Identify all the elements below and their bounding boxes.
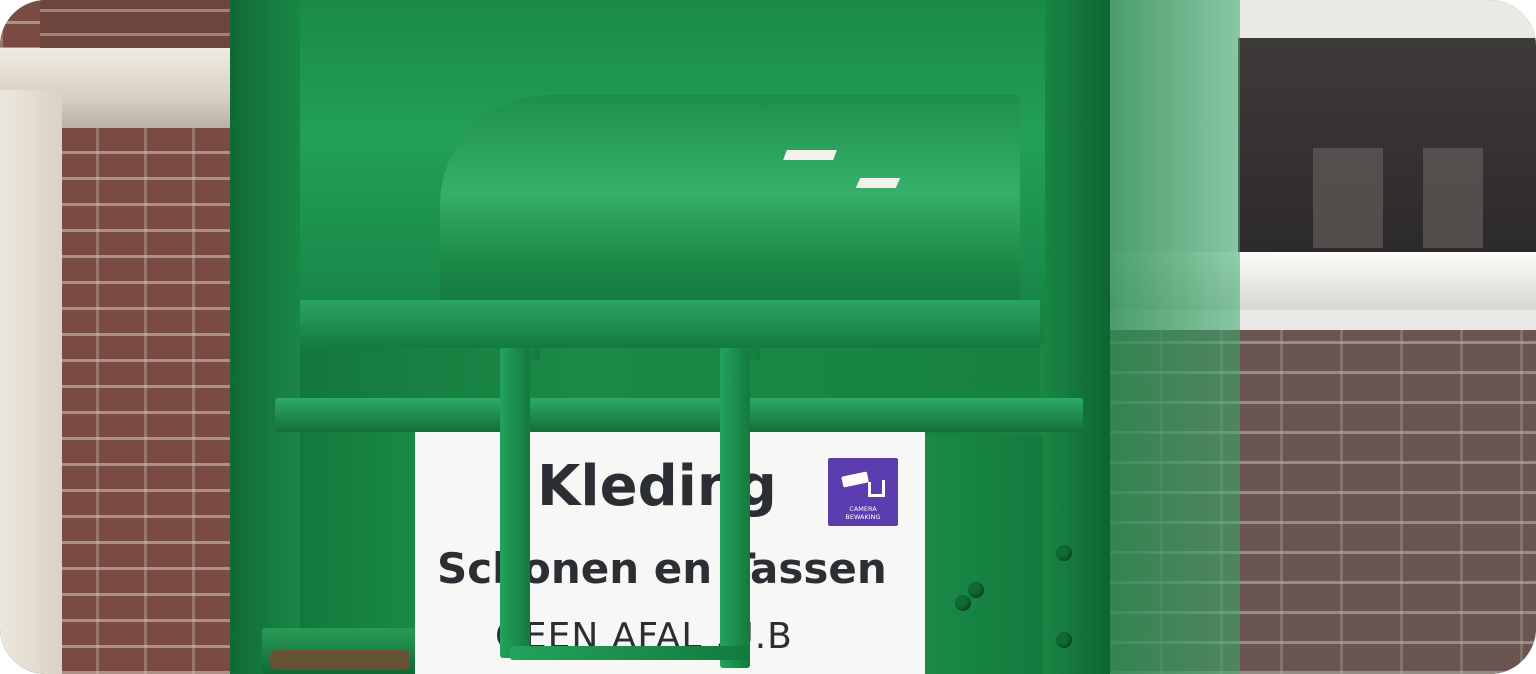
rivet: [1056, 545, 1072, 561]
rusty-plate: [262, 628, 420, 674]
badge-line-2: BEWAKING: [845, 513, 881, 521]
badge-line-1: CAMERA: [849, 505, 877, 513]
handle-left-vertical[interactable]: [500, 348, 530, 658]
stone-column: [0, 90, 62, 674]
camera-surveillance-badge: CAMERA BEWAKING: [828, 458, 898, 526]
window-glass: [1238, 38, 1536, 252]
container-right-edge: [1040, 0, 1110, 674]
photo-frame: Kleding Schonen en Tassen GEEN AFAL .U.B…: [0, 0, 1536, 674]
lower-panel-right: [925, 436, 1043, 674]
handle-right-vertical[interactable]: [720, 348, 750, 668]
paint-chip: [855, 178, 901, 188]
hopper-lip: [300, 300, 1040, 348]
security-camera-icon: [841, 471, 885, 497]
green-glass-panel: [1100, 0, 1240, 674]
handle-crossbar[interactable]: [510, 646, 750, 660]
camera-badge-text: CAMERA BEWAKING: [828, 505, 898, 521]
rivet: [955, 595, 971, 611]
container-sign: Kleding Schonen en Tassen GEEN AFAL .U.B…: [415, 432, 925, 674]
container-left-edge: [230, 0, 300, 674]
hopper-drum[interactable]: [440, 95, 1020, 310]
rivet: [1056, 632, 1072, 648]
handle-rail: [275, 398, 1083, 432]
rivet: [968, 582, 984, 598]
paint-chip: [783, 150, 837, 160]
